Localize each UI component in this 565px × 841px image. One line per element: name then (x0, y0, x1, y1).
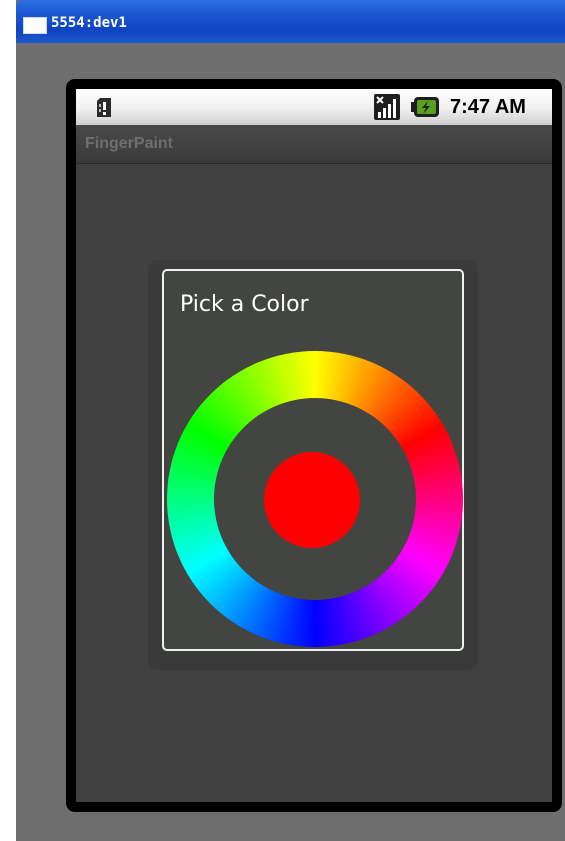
device-screen: 7:47 AM FingerPaint Pick a Color (76, 89, 552, 802)
window-icon (23, 17, 47, 34)
sim-alert-icon (97, 98, 111, 117)
window-titlebar[interactable]: 5554:dev1 (16, 0, 565, 43)
signal-no-data-icon (374, 94, 400, 120)
app-title: FingerPaint (85, 135, 174, 152)
status-clock: 7:47 AM (450, 96, 526, 118)
dialog-title: Pick a Color (180, 292, 309, 317)
color-picker-dialog: Pick a Color (162, 269, 464, 651)
window-title: 5554:dev1 (51, 15, 127, 31)
emulator-window: 5554:dev1 7:47 AM FingerPaint Pick a Col… (16, 0, 565, 841)
app-title-bar: FingerPaint (76, 125, 552, 164)
status-bar: 7:47 AM (76, 89, 552, 125)
battery-charging-icon (411, 97, 439, 117)
selected-color-button[interactable] (264, 452, 360, 548)
device-frame: 7:47 AM FingerPaint Pick a Color (66, 79, 562, 812)
